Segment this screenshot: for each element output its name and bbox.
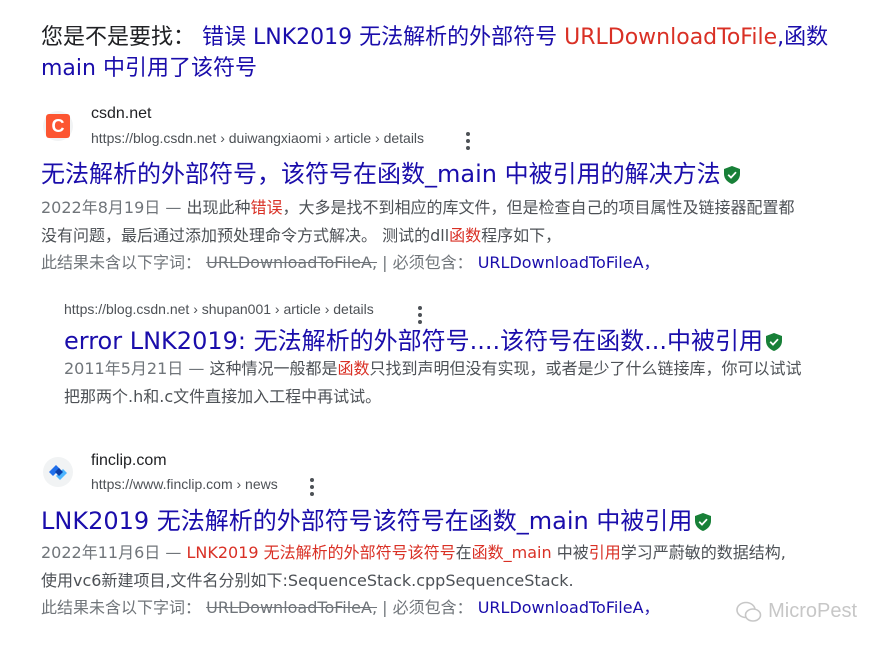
- snippet-highlight: 函数: [337, 359, 370, 378]
- must-include-label: | 必须包含：: [382, 253, 473, 272]
- result-date: 2011年5月21日 —: [64, 359, 205, 378]
- snippet-text: 出现此种: [186, 198, 251, 217]
- wechat-icon: [736, 601, 762, 622]
- result-title-text: 无法解析的外部符号，该符号在函数_main 中被引用的解决方法: [41, 160, 721, 188]
- snippet-text: 中被: [551, 543, 589, 562]
- result-title[interactable]: error LNK2019: 无法解析的外部符号....该符号在函数...中被引…: [64, 326, 782, 356]
- must-include-label: | 必须包含：: [382, 598, 473, 617]
- snippet-highlight: 函数: [449, 226, 482, 245]
- result-date: 2022年8月19日 —: [41, 198, 182, 217]
- finclip-favicon: [43, 457, 73, 487]
- snippet-highlight: 错误: [250, 198, 283, 217]
- result-title-text: error LNK2019: 无法解析的外部符号....该符号在函数...中被引…: [64, 327, 763, 355]
- must-include-link[interactable]: URLDownloadToFileA，: [478, 598, 660, 617]
- result-site-name: csdn.net: [91, 105, 152, 122]
- watermark-text: MicroPest: [768, 600, 857, 622]
- missing-terms: 此结果未含以下字词： URLDownloadToFileA, | 必须包含： U…: [41, 594, 660, 622]
- result-snippet: 2022年8月19日 — 出现此种错误，大多是找不到相应的库文件，但是检查自己的…: [41, 194, 801, 250]
- missing-term: URLDownloadToFileA,: [206, 598, 378, 617]
- result-date: 2022年11月6日 —: [41, 543, 182, 562]
- verified-shield-icon: [723, 166, 740, 184]
- snippet-text: 程序如下，: [481, 226, 562, 245]
- snippet-highlight: 引用: [588, 543, 621, 562]
- missing-label: 此结果未含以下字词：: [41, 598, 202, 617]
- missing-terms: 此结果未含以下字词： URLDownloadToFileA, | 必须包含： U…: [41, 249, 660, 277]
- did-you-mean-term: URLDownloadToFile: [564, 25, 778, 50]
- result-snippet: 2022年11月6日 — LNK2019 无法解析的外部符号该符号在函数_mai…: [41, 539, 801, 595]
- did-you-mean-prefix: 您是不是要找：: [41, 25, 196, 50]
- must-include-link[interactable]: URLDownloadToFileA，: [478, 253, 660, 272]
- missing-label: 此结果未含以下字词：: [41, 253, 202, 272]
- result-url[interactable]: https://www.finclip.com › news: [91, 476, 278, 492]
- result-title-text: LNK2019 无法解析的外部符号该符号在函数_main 中被引用: [41, 507, 693, 535]
- snippet-text: 这种情况一般都是: [209, 359, 338, 378]
- result-snippet: 2011年5月21日 — 这种情况一般都是函数只找到声明但没有实现，或者是少了什…: [64, 355, 814, 411]
- csdn-logo-icon: C: [46, 114, 70, 138]
- more-options-icon[interactable]: [310, 478, 314, 496]
- snippet-text: 在: [455, 543, 472, 562]
- verified-shield-icon: [695, 513, 712, 531]
- snippet-highlight: 函数_main: [471, 543, 552, 562]
- verified-shield-icon: [766, 333, 782, 351]
- result-url[interactable]: https://blog.csdn.net › shupan001 › arti…: [64, 301, 374, 317]
- csdn-favicon: C: [43, 111, 73, 141]
- did-you-mean-part1: 错误 LNK2019 无法解析的外部符号: [202, 25, 558, 50]
- more-options-icon[interactable]: [466, 132, 470, 150]
- did-you-mean: 您是不是要找： 错误 LNK2019 无法解析的外部符号 URLDownload…: [41, 22, 841, 84]
- missing-term: URLDownloadToFileA,: [206, 253, 378, 272]
- watermark: MicroPest: [736, 600, 857, 623]
- finclip-logo-icon: [49, 465, 67, 480]
- result-site-name: finclip.com: [91, 452, 167, 469]
- result-title[interactable]: 无法解析的外部符号，该符号在函数_main 中被引用的解决方法: [41, 159, 740, 189]
- result-url[interactable]: https://blog.csdn.net › duiwangxiaomi › …: [91, 130, 424, 146]
- result-title[interactable]: LNK2019 无法解析的外部符号该符号在函数_main 中被引用: [41, 506, 712, 536]
- more-options-icon[interactable]: [418, 306, 422, 324]
- snippet-highlight: LNK2019 无法解析的外部符号该符号: [186, 543, 456, 562]
